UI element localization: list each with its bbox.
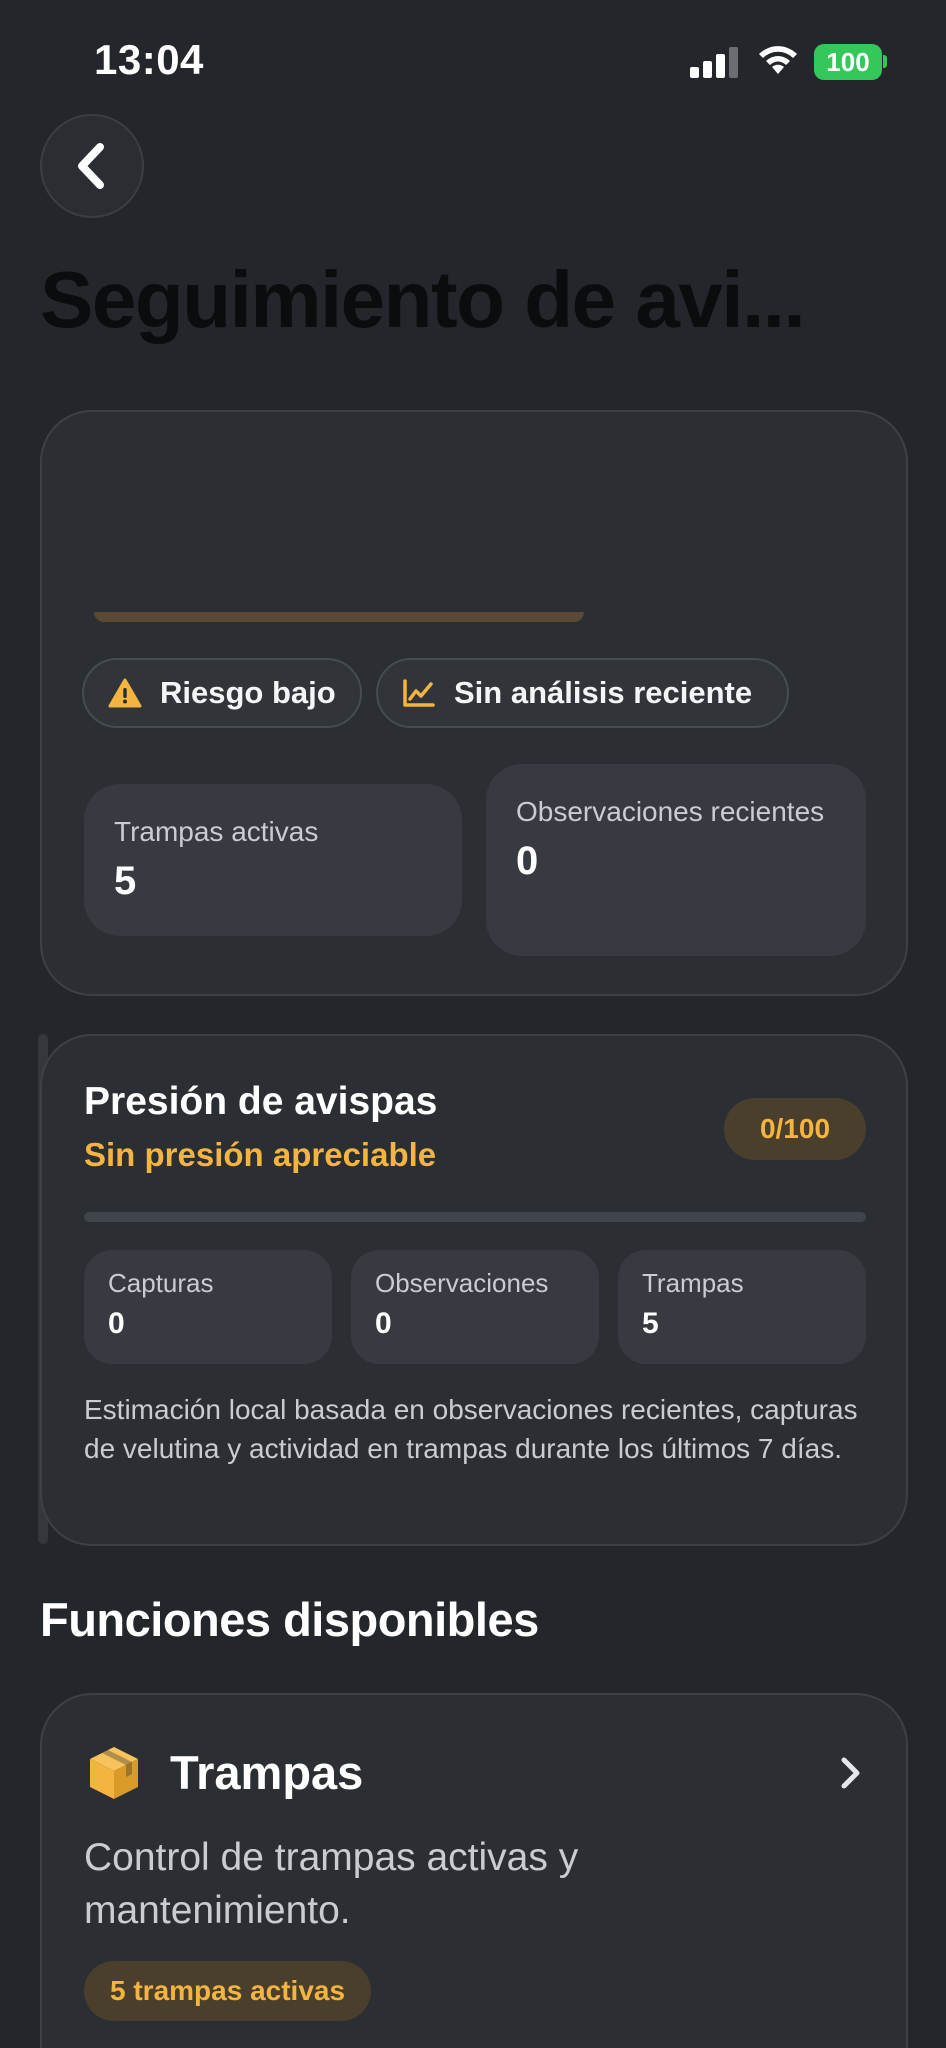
functions-section-title: Funciones disponibles	[40, 1593, 539, 1646]
pressure-score-badge: 0/100	[724, 1098, 866, 1160]
traps-value: 5	[642, 1307, 659, 1340]
observations-value: 0	[375, 1307, 392, 1340]
traps-label: Trampas	[642, 1268, 744, 1298]
chevron-left-icon	[78, 143, 104, 189]
pressure-note: Estimación local basada en observaciones…	[84, 1394, 858, 1464]
active-traps-value: 5	[114, 859, 137, 903]
recent-observations-value: 0	[516, 839, 539, 883]
pressure-bar	[84, 1212, 866, 1222]
captures-tile: Capturas 0	[84, 1250, 332, 1364]
analysis-chip[interactable]: Sin análisis reciente	[376, 658, 789, 728]
status-time: 13:04	[94, 36, 204, 83]
risk-chip[interactable]: Riesgo bajo	[82, 658, 362, 728]
feature-badge: 5 trampas activas	[84, 1961, 372, 2021]
captures-value: 0	[108, 1307, 125, 1340]
feature-title: Trampas	[170, 1746, 364, 1799]
analysis-chip-label: Sin análisis reciente	[454, 675, 753, 710]
observations-label: Observaciones	[375, 1268, 549, 1298]
warning-icon	[108, 678, 142, 708]
summary-card: Riesgo bajo Sin análisis reciente Trampa…	[40, 410, 908, 996]
wasp-pressure-card: Presión de avispas Sin presión apreciabl…	[40, 1034, 908, 1546]
active-traps-label: Trampas activas	[114, 816, 319, 847]
captures-label: Capturas	[108, 1268, 214, 1298]
feature-description: Control de trampas activas y mantenimien…	[84, 1836, 579, 1932]
signal-icon	[690, 46, 740, 78]
pressure-title: Presión de avispas	[84, 1080, 438, 1123]
back-button[interactable]	[40, 114, 144, 218]
active-traps-tile: Trampas activas 5	[84, 784, 462, 936]
summary-progress-line	[94, 612, 584, 622]
recent-observations-label: Observaciones recientes	[516, 796, 825, 827]
chart-line-icon	[403, 679, 435, 707]
feature-card-traps[interactable]: Trampas Control de trampas activas y man…	[40, 1693, 908, 2048]
traps-tile: Trampas 5	[618, 1250, 866, 1364]
battery-tip	[883, 55, 887, 68]
box-icon	[90, 1747, 138, 1799]
status-bar: 13:04 100	[0, 0, 946, 120]
battery-icon: 100	[814, 44, 882, 80]
pressure-status: Sin presión apreciable	[84, 1136, 437, 1173]
observations-tile: Observaciones 0	[351, 1250, 599, 1364]
page-title: Seguimiento de avi...	[40, 255, 806, 344]
recent-observations-tile: Observaciones recientes 0	[486, 764, 866, 956]
app-screen: 13:04 100 Seguimiento de avi... Riesgo b…	[0, 0, 946, 2048]
wifi-icon	[759, 46, 797, 74]
chevron-right-icon	[841, 1757, 860, 1789]
risk-chip-label: Riesgo bajo	[160, 675, 336, 710]
battery-level: 100	[826, 46, 870, 77]
